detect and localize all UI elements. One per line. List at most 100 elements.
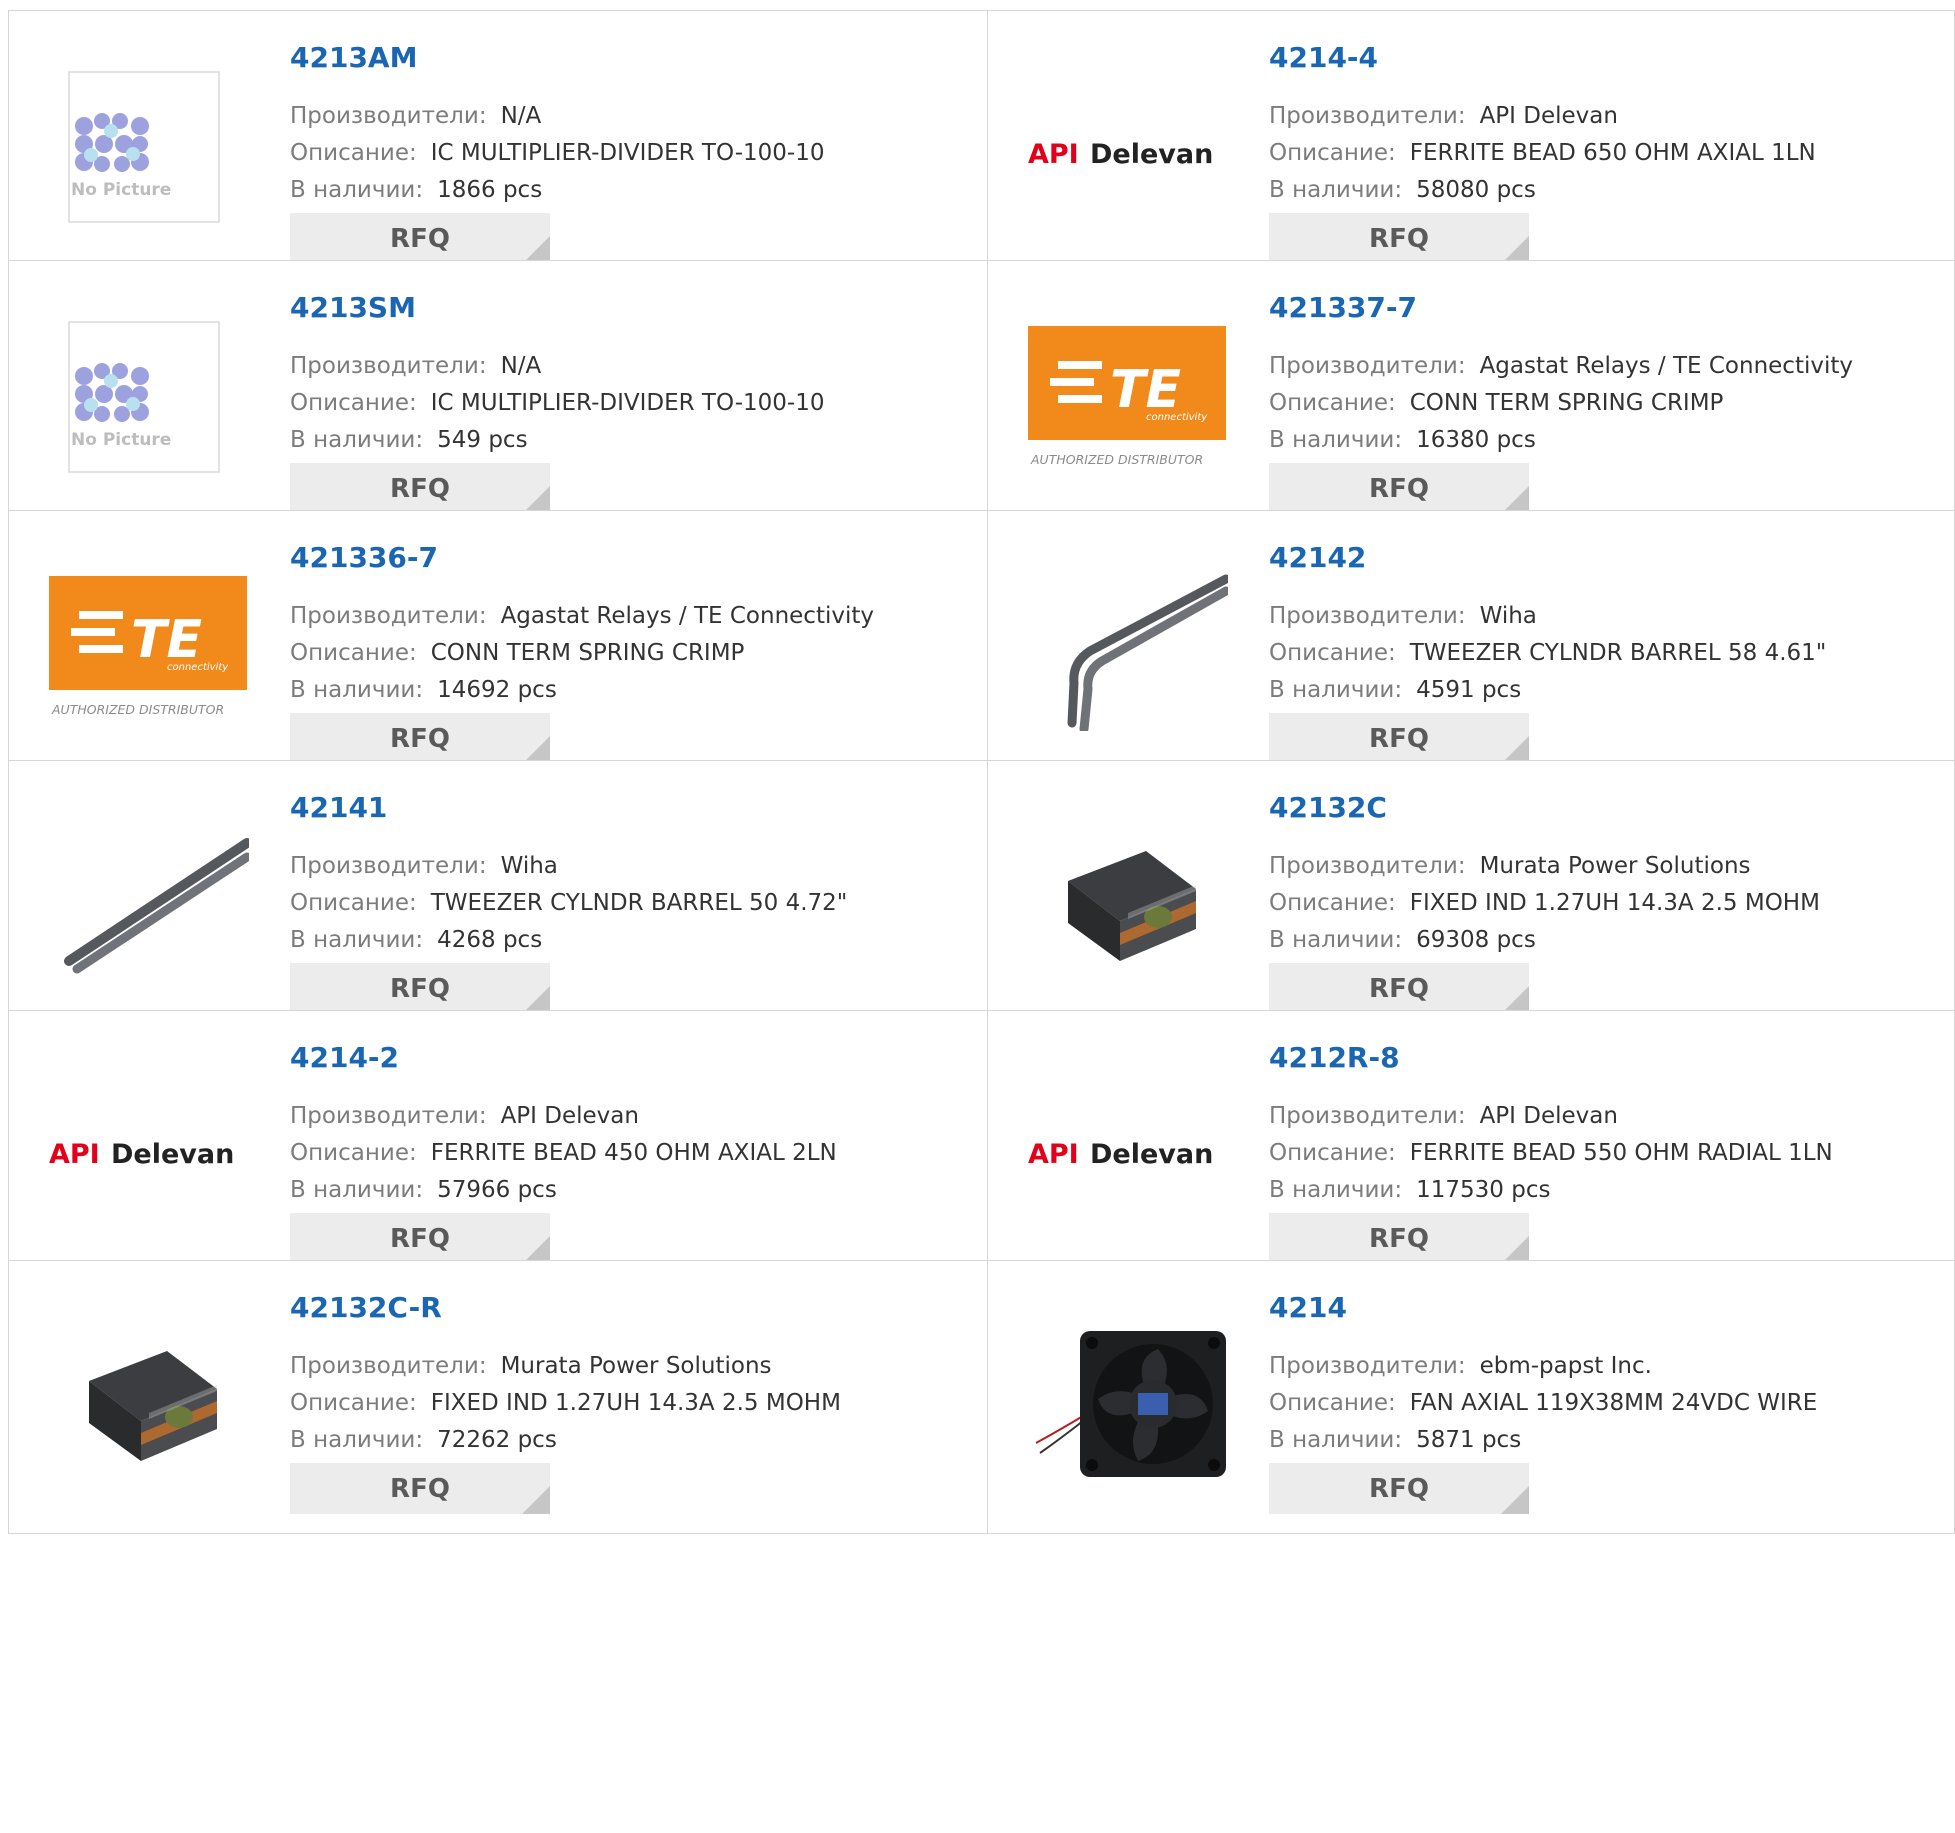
rfq-button[interactable]: RFQ bbox=[1269, 463, 1529, 514]
stock-label: В наличии: bbox=[290, 427, 424, 453]
manufacturer-value: Murata Power Solutions bbox=[500, 1353, 772, 1379]
manufacturer-line: Производители: Agastat Relays / TE Connec… bbox=[1269, 353, 1853, 379]
part-number-link[interactable]: 42132C bbox=[1269, 791, 1387, 824]
svg-text:No Picture: No Picture bbox=[71, 430, 171, 450]
description-value: FAN AXIAL 119X38MM 24VDC WIRE bbox=[1409, 1390, 1818, 1416]
manufacturer-value: Agastat Relays / TE Connectivity bbox=[1479, 353, 1853, 379]
stock-label: В наличии: bbox=[1269, 1177, 1403, 1203]
part-number-link[interactable]: 4213AM bbox=[290, 41, 417, 74]
product-card: API Delevan 4214-4 Производители: API Del… bbox=[987, 11, 1955, 283]
product-image[interactable] bbox=[49, 821, 249, 981]
part-number-link[interactable]: 42132C-R bbox=[290, 1291, 442, 1324]
description-value: FERRITE BEAD 550 OHM RADIAL 1LN bbox=[1409, 1140, 1833, 1166]
manufacturer-label: Производители: bbox=[1269, 353, 1466, 379]
description-value: FERRITE BEAD 650 OHM AXIAL 1LN bbox=[1409, 140, 1816, 166]
brand-logo-image[interactable]: API Delevan bbox=[49, 1071, 249, 1231]
svg-text:TE: TE bbox=[1110, 360, 1181, 420]
manufacturer-label: Производители: bbox=[290, 353, 487, 379]
part-number-link[interactable]: 4214 bbox=[1269, 1291, 1347, 1324]
svg-text:AUTHORIZED DISTRIBUTOR: AUTHORIZED DISTRIBUTOR bbox=[1030, 452, 1203, 467]
manufacturer-line: Производители: N/A bbox=[290, 103, 541, 129]
rfq-label: RFQ bbox=[390, 1473, 450, 1504]
stock-value: 5871 pcs bbox=[1416, 1427, 1522, 1453]
rfq-button[interactable]: RFQ bbox=[1269, 713, 1529, 764]
brand-logo-image[interactable]: API Delevan bbox=[1028, 1071, 1228, 1231]
description-line: Описание: IC MULTIPLIER-DIVIDER TO-100-10 bbox=[290, 140, 824, 166]
product-image[interactable] bbox=[1028, 821, 1228, 981]
part-number-link[interactable]: 4214-4 bbox=[1269, 41, 1378, 74]
product-card: API Delevan 4214-2 Производители: API Del… bbox=[9, 1011, 987, 1283]
corner-triangle-icon bbox=[522, 1486, 550, 1514]
rfq-button[interactable]: RFQ bbox=[290, 963, 550, 1014]
stock-value: 58080 pcs bbox=[1416, 177, 1536, 203]
part-number-link[interactable]: 4213SM bbox=[290, 291, 416, 324]
rfq-button[interactable]: RFQ bbox=[290, 1463, 550, 1514]
stock-label: В наличии: bbox=[1269, 177, 1403, 203]
manufacturer-label: Производители: bbox=[1269, 103, 1466, 129]
part-number-link[interactable]: 4212R-8 bbox=[1269, 1041, 1400, 1074]
rfq-button[interactable]: RFQ bbox=[290, 713, 550, 764]
rfq-button[interactable]: RFQ bbox=[290, 1213, 550, 1264]
part-number-link[interactable]: 4214-2 bbox=[290, 1041, 399, 1074]
no-picture-placeholder[interactable]: No Picture bbox=[49, 71, 249, 231]
rfq-label: RFQ bbox=[1369, 473, 1429, 504]
no-picture-placeholder[interactable]: No Picture bbox=[49, 321, 249, 481]
part-number-link[interactable]: 42141 bbox=[290, 791, 387, 824]
product-card: 42141 Производители: Wiha Описание: TWEEZE… bbox=[9, 761, 987, 1033]
manufacturer-label: Производители: bbox=[290, 103, 487, 129]
description-value: TWEEZER CYLNDR BARREL 50 4.72" bbox=[430, 890, 848, 916]
product-row: TE connectivity AUTHORIZED DISTRIBUTOR 4… bbox=[8, 510, 1955, 784]
stock-value: 57966 pcs bbox=[437, 1177, 557, 1203]
part-number-link[interactable]: 421336-7 bbox=[290, 541, 438, 574]
description-label: Описание: bbox=[1269, 140, 1396, 166]
product-card: No Picture 4213AM Производители: N/A Опис… bbox=[9, 11, 987, 283]
manufacturer-line: Производители: Murata Power Solutions bbox=[290, 1353, 772, 1379]
description-line: Описание: FERRITE BEAD 450 OHM AXIAL 2LN bbox=[290, 1140, 837, 1166]
rfq-button[interactable]: RFQ bbox=[290, 213, 550, 264]
manufacturer-line: Производители: N/A bbox=[290, 353, 541, 379]
svg-text:API: API bbox=[1028, 139, 1079, 170]
product-image[interactable] bbox=[1028, 571, 1228, 731]
manufacturer-line: Производители: API Delevan bbox=[1269, 103, 1618, 129]
rfq-button[interactable]: RFQ bbox=[1269, 1213, 1529, 1264]
stock-line: В наличии: 72262 pcs bbox=[290, 1427, 557, 1453]
manufacturer-line: Производители: Murata Power Solutions bbox=[1269, 853, 1751, 879]
stock-value: 69308 pcs bbox=[1416, 927, 1536, 953]
description-line: Описание: FERRITE BEAD 550 OHM RADIAL 1LN bbox=[1269, 1140, 1833, 1166]
brand-logo-image[interactable]: TE connectivity AUTHORIZED DISTRIBUTOR bbox=[1028, 321, 1228, 481]
product-image[interactable] bbox=[49, 1321, 249, 1481]
stock-value: 14692 pcs bbox=[437, 677, 557, 703]
manufacturer-label: Производители: bbox=[1269, 853, 1466, 879]
description-line: Описание: FIXED IND 1.27UH 14.3A 2.5 MOHM bbox=[1269, 890, 1820, 916]
manufacturer-value: API Delevan bbox=[500, 1103, 639, 1129]
stock-label: В наличии: bbox=[1269, 927, 1403, 953]
manufacturer-label: Производители: bbox=[1269, 1103, 1466, 1129]
rfq-label: RFQ bbox=[1369, 1473, 1429, 1504]
svg-text:connectivity: connectivity bbox=[1146, 412, 1208, 423]
rfq-button[interactable]: RFQ bbox=[1269, 1463, 1529, 1514]
description-label: Описание: bbox=[290, 140, 417, 166]
manufacturer-line: Производители: API Delevan bbox=[1269, 1103, 1618, 1129]
rfq-button[interactable]: RFQ bbox=[290, 463, 550, 514]
manufacturer-label: Производители: bbox=[1269, 1353, 1466, 1379]
brand-logo-image[interactable]: TE connectivity AUTHORIZED DISTRIBUTOR bbox=[49, 571, 249, 731]
description-label: Описание: bbox=[290, 1140, 417, 1166]
manufacturer-value: Wiha bbox=[500, 853, 558, 879]
stock-label: В наличии: bbox=[290, 927, 424, 953]
manufacturer-label: Производители: bbox=[290, 853, 487, 879]
description-value: CONN TERM SPRING CRIMP bbox=[430, 640, 745, 666]
brand-logo-image[interactable]: API Delevan bbox=[1028, 71, 1228, 231]
product-row: No Picture 4213SM Производители: N/A Опис… bbox=[8, 260, 1955, 534]
product-image[interactable] bbox=[1028, 1321, 1228, 1481]
rfq-button[interactable]: RFQ bbox=[1269, 213, 1529, 264]
product-row: No Picture 4213AM Производители: N/A Опис… bbox=[8, 10, 1955, 284]
stock-value: 117530 pcs bbox=[1416, 1177, 1551, 1203]
manufacturer-line: Производители: Wiha bbox=[290, 853, 558, 879]
svg-text:TE: TE bbox=[131, 610, 202, 670]
description-value: FIXED IND 1.27UH 14.3A 2.5 MOHM bbox=[1409, 890, 1820, 916]
product-card: API Delevan 4212R-8 Производители: API De… bbox=[987, 1011, 1955, 1283]
rfq-button[interactable]: RFQ bbox=[1269, 963, 1529, 1014]
part-number-link[interactable]: 421337-7 bbox=[1269, 291, 1417, 324]
part-number-link[interactable]: 42142 bbox=[1269, 541, 1366, 574]
stock-line: В наличии: 69308 pcs bbox=[1269, 927, 1536, 953]
